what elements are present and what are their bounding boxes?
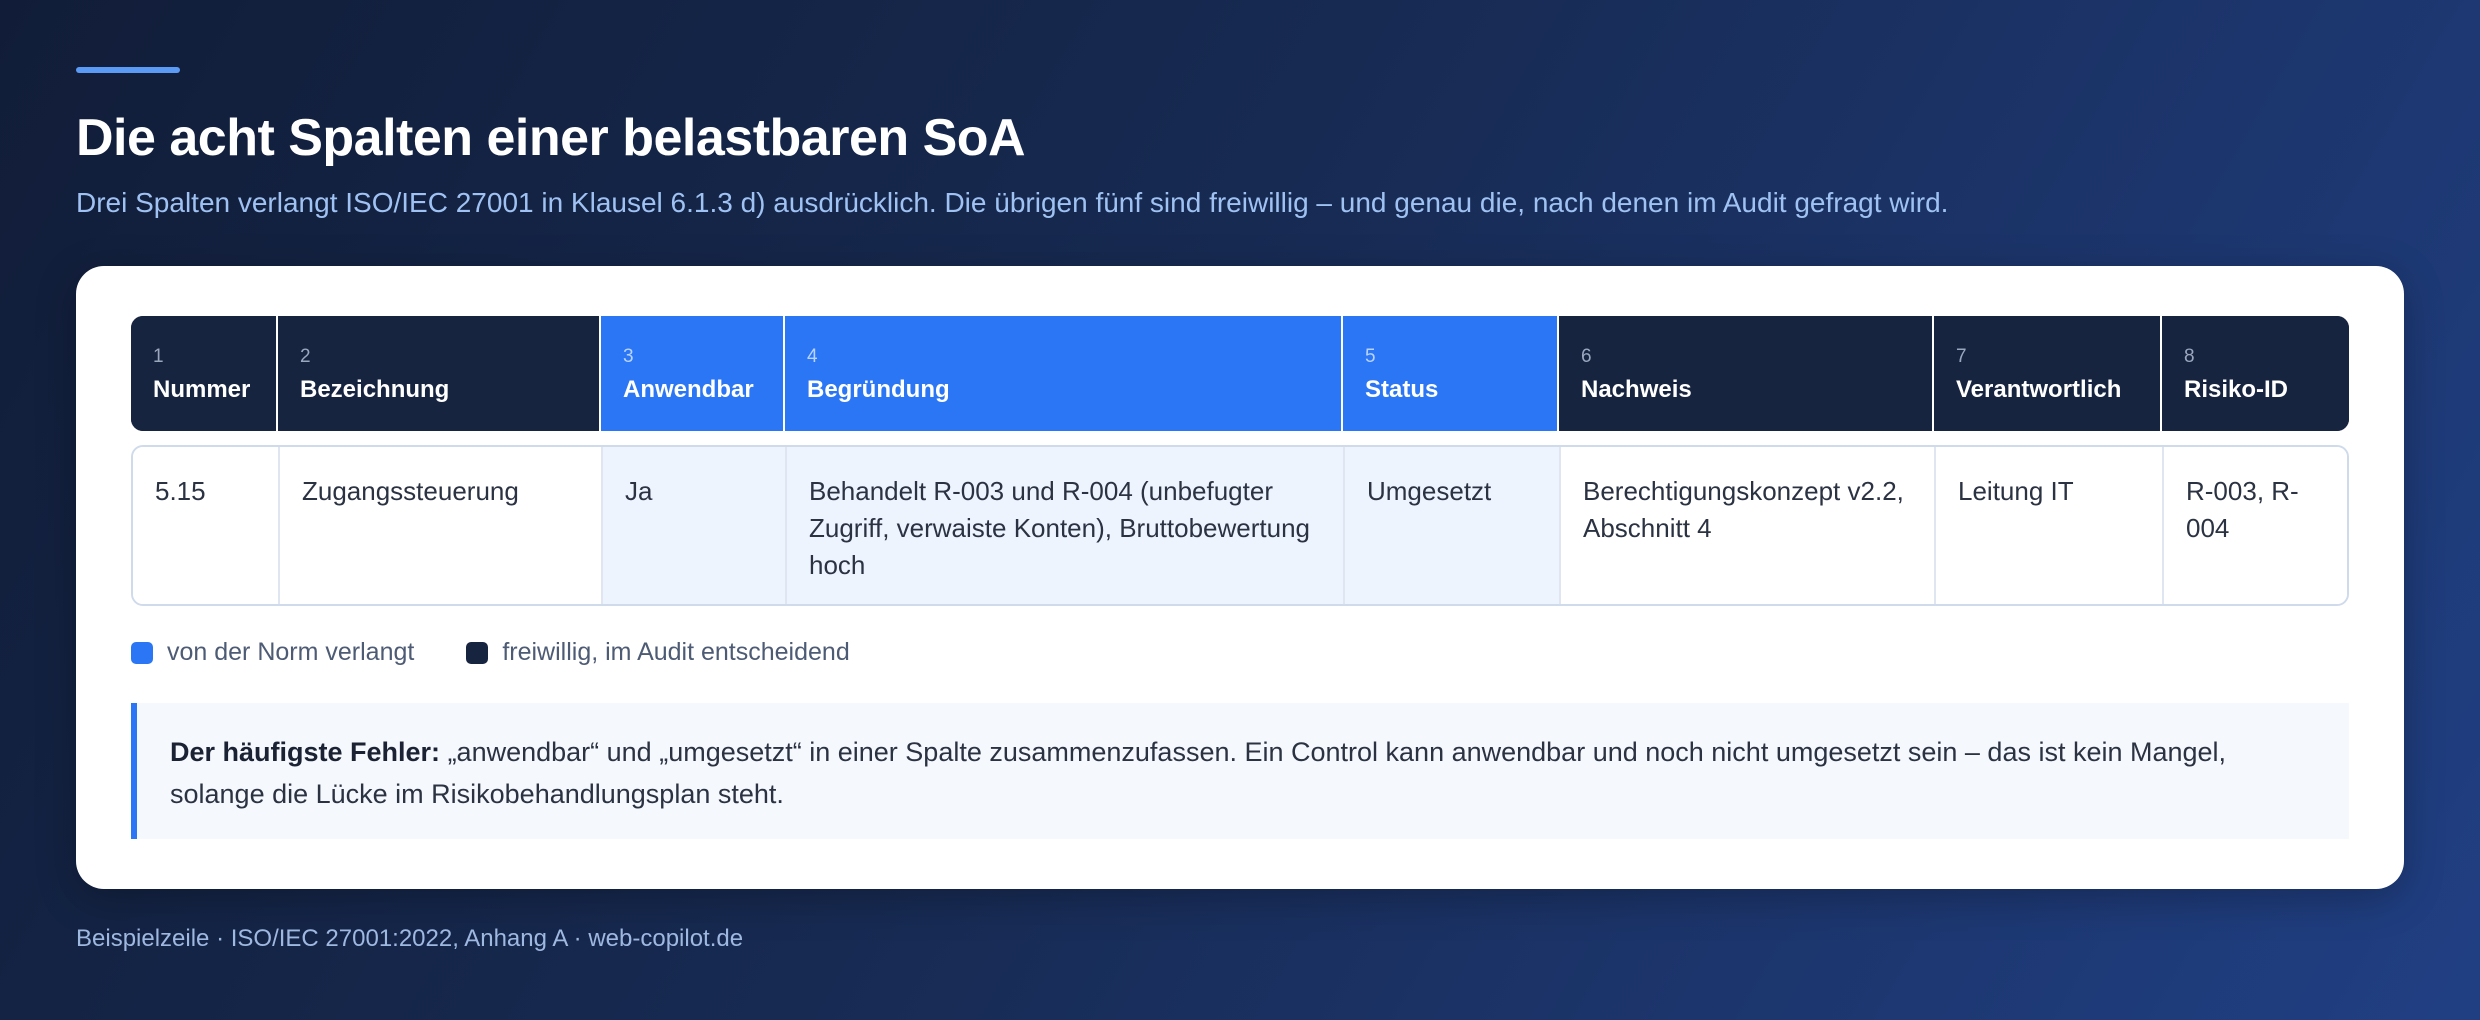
column-number: 7: [1956, 346, 1967, 367]
soa-table: 1 Nummer 2 Bezeichnung 3 Anwendbar 4 Beg…: [131, 316, 2349, 606]
column-label: Begründung: [807, 376, 950, 403]
cell-nachweis: Berechtigungskonzept v2.2, Abschnitt 4: [1561, 447, 1936, 604]
column-label: Verantwortlich: [1956, 376, 2122, 403]
cell-risiko-id: R-003, R-004: [2164, 447, 2347, 604]
cell-anwendbar: Ja: [603, 447, 787, 604]
column-label: Status: [1365, 376, 1439, 403]
column-header-nummer: 1 Nummer: [131, 316, 278, 431]
legend-swatch-optional: [466, 641, 489, 664]
column-number: 6: [1581, 346, 1592, 367]
column-header-risiko-id: 8 Risiko-ID: [2162, 316, 2349, 431]
cell-nummer: 5.15: [133, 447, 280, 604]
column-header-verantwortlich: 7 Verantwortlich: [1934, 316, 2162, 431]
column-number: 2: [300, 346, 311, 367]
column-header-bezeichnung: 2 Bezeichnung: [278, 316, 601, 431]
legend-item-required: von der Norm verlangt: [131, 638, 414, 667]
table-row: 5.15 Zugangssteuerung Ja Behandelt R-003…: [131, 445, 2349, 606]
legend-label-optional: freiwillig, im Audit entscheidend: [502, 638, 850, 666]
cell-bezeichnung: Zugangssteuerung: [280, 447, 603, 604]
accent-line: [76, 67, 180, 73]
cell-begruendung: Behandelt R-003 und R-004 (unbefugter Zu…: [787, 447, 1345, 604]
table-header: 1 Nummer 2 Bezeichnung 3 Anwendbar 4 Beg…: [131, 316, 2349, 431]
column-label: Nummer: [153, 376, 251, 403]
column-number: 3: [623, 346, 634, 367]
legend-item-optional: freiwillig, im Audit entscheidend: [466, 638, 850, 667]
column-number: 5: [1365, 346, 1376, 367]
callout-note-heading: Der häufigste Fehler:: [170, 737, 441, 767]
legend: von der Norm verlangt freiwillig, im Aud…: [131, 638, 902, 667]
column-number: 1: [153, 346, 164, 367]
column-number: 4: [807, 346, 818, 367]
column-label: Bezeichnung: [300, 376, 450, 403]
cell-verantwortlich: Leitung IT: [1936, 447, 2164, 604]
page-subtitle: Drei Spalten verlangt ISO/IEC 27001 in K…: [76, 187, 1949, 218]
legend-label-required: von der Norm verlangt: [167, 638, 415, 666]
column-header-anwendbar: 3 Anwendbar: [601, 316, 785, 431]
page-title: Die acht Spalten einer belastbaren SoA: [76, 109, 1026, 167]
legend-swatch-required: [131, 641, 153, 664]
callout-note-text: „anwendbar“ und „umgesetzt“ in einer Spa…: [170, 737, 2227, 809]
column-header-begruendung: 4 Begründung: [785, 316, 1343, 431]
cell-status: Umgesetzt: [1345, 447, 1561, 604]
column-number: 8: [2184, 346, 2195, 367]
column-header-nachweis: 6 Nachweis: [1559, 316, 1934, 431]
content-card: 1 Nummer 2 Bezeichnung 3 Anwendbar 4 Beg…: [76, 266, 2404, 889]
column-label: Risiko-ID: [2184, 376, 2289, 403]
column-header-status: 5 Status: [1343, 316, 1559, 431]
column-label: Nachweis: [1581, 376, 1692, 403]
footer-caption: Beispielzeile · ISO/IEC 27001:2022, Anha…: [76, 925, 744, 952]
column-label: Anwendbar: [623, 376, 754, 403]
callout-note: Der häufigste Fehler: „anwendbar“ und „u…: [131, 703, 2349, 839]
